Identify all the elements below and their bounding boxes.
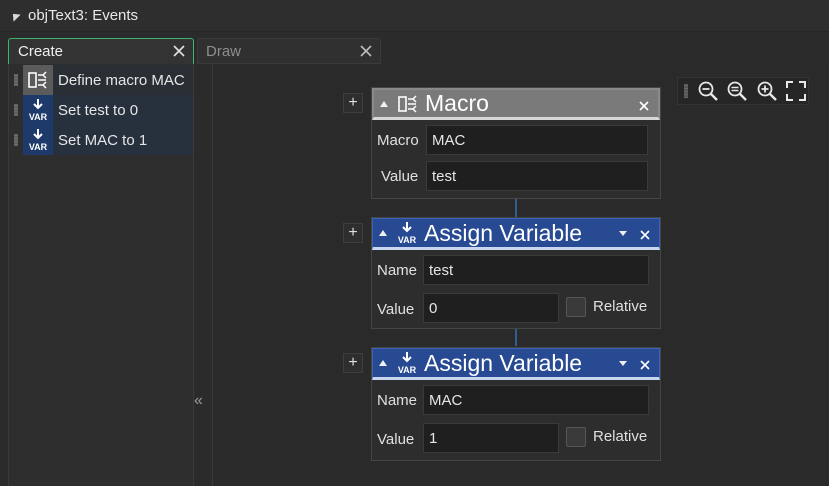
close-icon[interactable] (171, 43, 187, 59)
zoom-in-icon[interactable] (755, 79, 779, 103)
tab-draw-label: Draw (206, 42, 242, 60)
var-icon: VAR (23, 125, 53, 155)
macro-icon (23, 65, 53, 95)
list-item[interactable]: Define macro MAC (9, 65, 193, 95)
var-icon: VAR (395, 220, 419, 246)
collapse-triangle-icon[interactable] (9, 9, 21, 22)
field-label: Name (377, 262, 418, 279)
block-title: Macro (425, 90, 489, 116)
block-header[interactable]: Macro (372, 88, 660, 120)
field-label: Value (381, 168, 419, 185)
macro-value-field[interactable]: test (426, 161, 648, 191)
chevron-down-icon[interactable] (619, 231, 627, 236)
drag-handle-icon[interactable] (9, 125, 23, 155)
block-title: Assign Variable (424, 349, 583, 376)
svg-text:VAR: VAR (29, 112, 48, 122)
block-header[interactable]: VAR Assign Variable (372, 348, 660, 380)
var-icon: VAR (23, 95, 53, 125)
macro-icon (396, 91, 420, 117)
svg-text:VAR: VAR (29, 142, 48, 152)
window-titlebar[interactable]: objText3: Events (0, 0, 829, 32)
macro-name-field[interactable]: MAC (426, 125, 648, 155)
field-label: Value (377, 431, 415, 448)
variable-value-field[interactable]: 0 (423, 293, 559, 323)
close-icon[interactable] (639, 358, 651, 370)
assign-variable-block[interactable]: VAR Assign Variable Name test Value 0 Re… (371, 217, 661, 329)
field-label: Name (377, 392, 418, 409)
event-action-list: Define macro MAC VAR Set test to 0 VAR S… (8, 64, 194, 486)
drag-handle-icon[interactable] (9, 65, 23, 95)
field-label: Macro (377, 132, 419, 149)
variable-name-field[interactable]: test (423, 255, 649, 285)
tab-create-label: Create (18, 43, 64, 60)
assign-variable-block[interactable]: VAR Assign Variable Name MAC Value 1 Rel… (371, 347, 661, 461)
event-tabs: Create Draw (0, 34, 829, 64)
panel-splitter[interactable] (194, 64, 212, 486)
collapse-panel-button[interactable]: « (194, 392, 208, 410)
field-label: Value (377, 301, 415, 318)
variable-value-field[interactable]: 1 (423, 423, 559, 453)
variable-name-field[interactable]: MAC (423, 385, 649, 415)
zoom-out-icon[interactable] (696, 79, 720, 103)
block-header[interactable]: VAR Assign Variable (372, 218, 660, 250)
chevron-down-icon[interactable] (619, 361, 627, 366)
block-title: Assign Variable (424, 219, 583, 246)
zoom-toolbar (677, 77, 809, 105)
list-item[interactable]: VAR Set test to 0 (9, 95, 193, 125)
var-icon: VAR (395, 350, 419, 376)
macro-block[interactable]: Macro Macro MAC Value test (371, 87, 661, 199)
list-item[interactable]: VAR Set MAC to 1 (9, 125, 193, 155)
add-action-button[interactable]: + (343, 353, 363, 373)
zoom-reset-icon[interactable] (725, 79, 749, 103)
block-connector (515, 199, 517, 217)
add-action-button[interactable]: + (343, 223, 363, 243)
close-icon[interactable] (358, 43, 374, 59)
relative-checkbox[interactable] (566, 427, 586, 447)
list-item-label: Set test to 0 (53, 95, 193, 125)
tab-draw[interactable]: Draw (197, 38, 381, 64)
relative-label: Relative (593, 428, 648, 445)
close-icon[interactable] (638, 99, 650, 111)
fit-screen-icon[interactable] (784, 79, 808, 103)
relative-checkbox[interactable] (566, 297, 586, 317)
relative-label: Relative (593, 298, 648, 315)
drag-handle-icon[interactable] (684, 84, 688, 98)
collapse-triangle-icon[interactable] (379, 360, 387, 366)
list-item-label: Set MAC to 1 (53, 125, 193, 155)
tab-create[interactable]: Create (8, 38, 194, 64)
block-connector (515, 328, 517, 346)
drag-handle-icon[interactable] (9, 95, 23, 125)
window-title: objText3: Events (28, 7, 139, 24)
list-item-label: Define macro MAC (53, 65, 193, 95)
collapse-triangle-icon[interactable] (380, 100, 388, 107)
svg-text:VAR: VAR (398, 365, 417, 375)
add-action-button[interactable]: + (343, 93, 363, 113)
close-icon[interactable] (639, 228, 651, 240)
svg-text:VAR: VAR (398, 235, 417, 245)
collapse-triangle-icon[interactable] (379, 230, 387, 236)
